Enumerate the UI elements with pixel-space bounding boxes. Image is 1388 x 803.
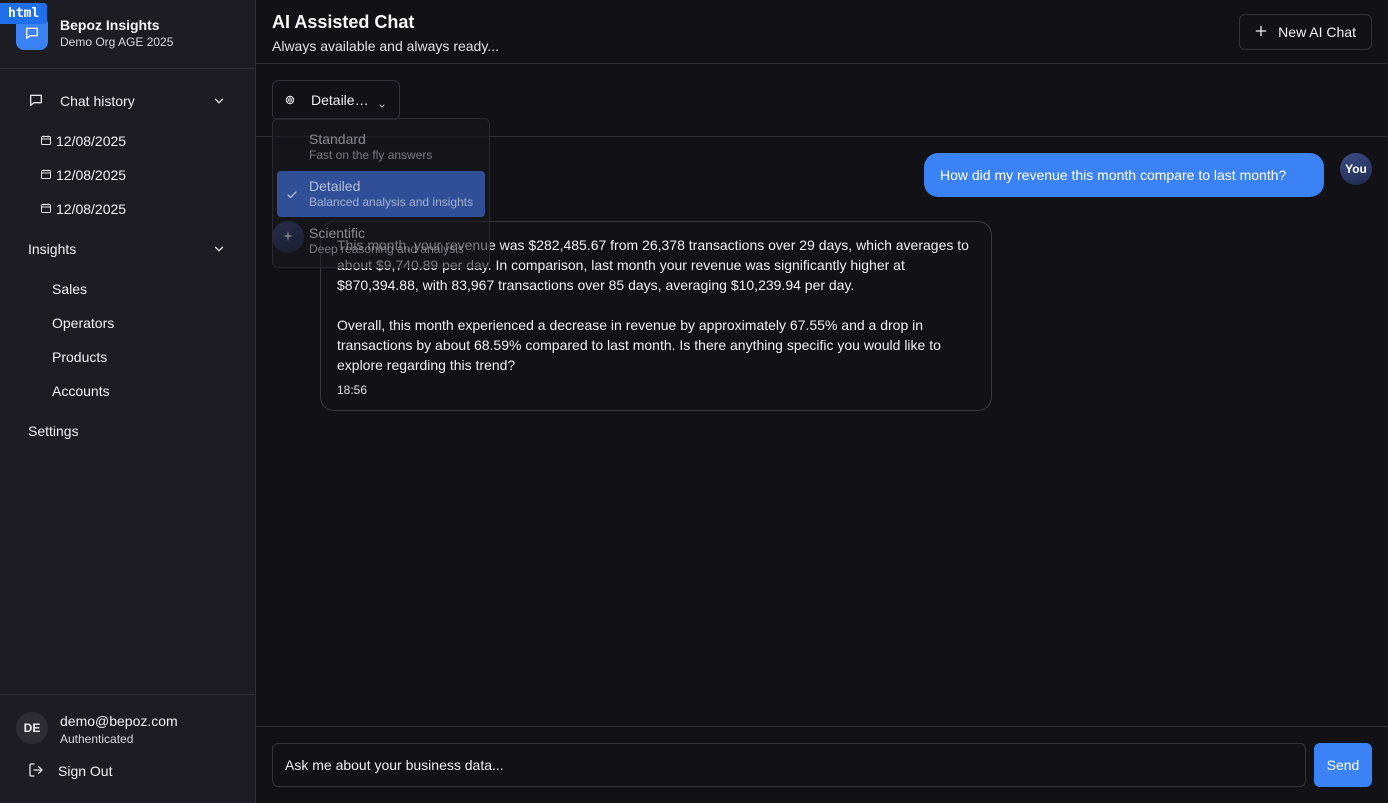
brand-org: Demo Org AGE 2025 bbox=[60, 35, 174, 49]
sidebar-divider bbox=[0, 694, 255, 695]
sign-out-button[interactable]: Sign Out bbox=[16, 756, 240, 786]
mode-select-value: Detaile… bbox=[311, 92, 369, 108]
user-status: Authenticated bbox=[60, 732, 134, 746]
chevron-down-icon bbox=[212, 94, 226, 111]
sidebar-item-label: Chat history bbox=[60, 93, 135, 109]
sidebar-item-insights[interactable]: Insights bbox=[16, 233, 240, 265]
user-avatar: You bbox=[1340, 153, 1372, 185]
user-email: demo@bepoz.com bbox=[60, 713, 178, 729]
sidebar-item-label: Accounts bbox=[52, 383, 110, 399]
chat-history-item[interactable]: 12/08/2025 bbox=[40, 127, 240, 155]
mode-option-description: Balanced analysis and insights bbox=[309, 195, 474, 209]
mode-option-title: Scientific bbox=[309, 225, 366, 241]
chat-header: AI Assisted Chat Always available and al… bbox=[256, 0, 1388, 64]
sidebar-item-label: Operators bbox=[52, 315, 115, 331]
mode-option-detailed[interactable]: Detailed Balanced analysis and insights bbox=[277, 171, 485, 217]
sidebar-item-chat-history[interactable]: Chat history bbox=[16, 85, 240, 117]
ai-message-paragraph: Overall, this month experienced a decrea… bbox=[337, 317, 941, 373]
mode-option-description: Fast on the fly answers bbox=[309, 148, 433, 162]
sidebar-divider bbox=[0, 68, 255, 69]
sidebar-item-operators[interactable]: Operators bbox=[40, 308, 240, 338]
new-ai-chat-label: New AI Chat bbox=[1278, 24, 1356, 40]
message-composer: Send bbox=[256, 726, 1388, 803]
sidebar-item-sales[interactable]: Sales bbox=[40, 274, 240, 304]
sidebar-item-products[interactable]: Products bbox=[40, 342, 240, 372]
mode-dropdown: Standard Fast on the fly answers Detaile… bbox=[272, 118, 490, 268]
calendar-icon bbox=[40, 167, 52, 183]
chat-history-date: 12/08/2025 bbox=[56, 133, 127, 149]
log-out-icon bbox=[28, 762, 44, 781]
page-title: AI Assisted Chat bbox=[272, 12, 415, 32]
sidebar-item-accounts[interactable]: Accounts bbox=[40, 376, 240, 406]
avatar: DE bbox=[16, 712, 48, 744]
plus-icon bbox=[1254, 24, 1268, 41]
brand-name: Bepoz Insights bbox=[60, 17, 160, 33]
html-badge: html bbox=[0, 3, 48, 24]
sidebar-item-label: Products bbox=[52, 349, 108, 365]
calendar-icon bbox=[40, 133, 52, 149]
chat-history-date: 12/08/2025 bbox=[56, 201, 127, 217]
calendar-icon bbox=[40, 201, 52, 217]
mode-option-standard[interactable]: Standard Fast on the fly answers bbox=[277, 124, 485, 170]
mode-option-scientific[interactable]: Scientific Deep reasoning and analysis bbox=[277, 218, 485, 264]
message-input[interactable] bbox=[272, 743, 1306, 787]
sidebar: Bepoz Insights Demo Org AGE 2025 Chat hi… bbox=[0, 0, 256, 803]
message-timestamp: 18:56 bbox=[337, 383, 368, 397]
chevron-down-icon bbox=[212, 242, 226, 259]
sign-out-label: Sign Out bbox=[58, 763, 113, 779]
mode-option-title: Standard bbox=[309, 131, 366, 147]
mode-select[interactable]: Detaile… bbox=[272, 80, 400, 120]
chevron-down-icon bbox=[378, 97, 386, 113]
brain-icon bbox=[285, 92, 295, 108]
chat-history-item[interactable]: 12/08/2025 bbox=[40, 195, 240, 223]
mode-option-title: Detailed bbox=[309, 178, 361, 194]
sidebar-item-label: Sales bbox=[52, 281, 88, 297]
chat-history-date: 12/08/2025 bbox=[56, 167, 127, 183]
sidebar-item-label: Settings bbox=[28, 423, 79, 439]
sidebar-item-label: Insights bbox=[28, 241, 77, 257]
message-square-icon bbox=[28, 92, 44, 111]
check-icon bbox=[286, 188, 298, 204]
chat-history-item[interactable]: 12/08/2025 bbox=[40, 161, 240, 189]
new-ai-chat-button[interactable]: New AI Chat bbox=[1239, 14, 1372, 50]
page-subtitle: Always available and always ready... bbox=[272, 38, 499, 54]
sidebar-item-settings[interactable]: Settings bbox=[16, 415, 240, 447]
send-button[interactable]: Send bbox=[1314, 743, 1372, 787]
user-message: How did my revenue this month compare to… bbox=[924, 153, 1324, 197]
mode-option-description: Deep reasoning and analysis bbox=[309, 242, 464, 256]
